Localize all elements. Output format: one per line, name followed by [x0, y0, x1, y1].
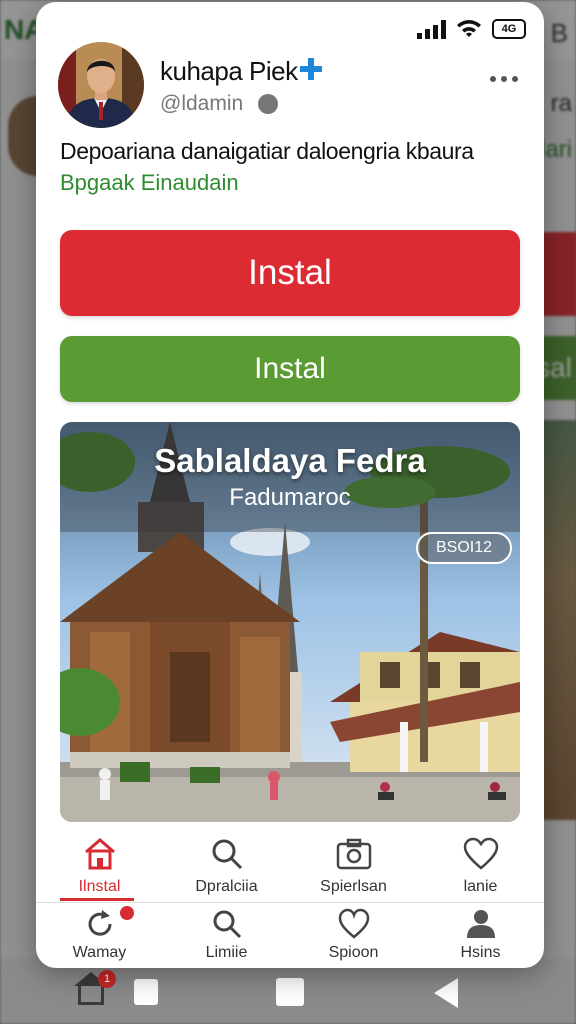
install-button-primary[interactable]: Instal	[60, 230, 520, 316]
more-options-icon[interactable]	[490, 76, 518, 82]
tab-divider	[36, 902, 544, 903]
home-button[interactable]	[276, 978, 304, 1006]
tab-label: Hsins	[460, 944, 501, 961]
back-button[interactable]	[434, 978, 458, 1008]
tab-search[interactable]: Dpralciia	[163, 830, 290, 902]
globe-icon	[258, 94, 278, 114]
tab-label: Dpralciia	[195, 878, 258, 895]
status-bar: 4G	[417, 16, 526, 42]
signal-icon	[417, 19, 446, 39]
photo-subtitle: Fadumaroc	[229, 484, 351, 511]
tab-label: lanie	[463, 878, 498, 895]
tab-label: Spierlsan	[320, 878, 387, 895]
active-tab-indicator	[60, 898, 134, 901]
avatar[interactable]	[58, 42, 144, 128]
tab-label: Spioon	[328, 944, 379, 961]
post-link[interactable]: Bpgaak Einaudain	[60, 170, 239, 196]
temple-image	[60, 422, 520, 822]
notification-dot	[120, 906, 134, 920]
tab-label: Ilnstal	[78, 878, 121, 895]
tab-label: Limiie	[205, 944, 248, 961]
verified-icon	[300, 58, 322, 80]
tab-label: Wamay	[72, 944, 127, 961]
tab-bar-primary: Ilnstal Dpralciia Spierlsan lanie	[36, 830, 544, 902]
tab-install[interactable]: Ilnstal	[36, 830, 163, 902]
tab-search-secondary[interactable]: Limiie	[163, 904, 290, 968]
featured-photo[interactable]: Sablaldaya Fedra Fadumaroc BSOI12	[60, 422, 520, 822]
wifi-icon	[457, 20, 481, 37]
profile-sheet: 4G kuhapa Piek @ldamin Depoariana danaig…	[36, 2, 544, 968]
home-icon	[85, 838, 115, 870]
tab-bar-secondary: Wamay Limiie Spioon Hsins	[36, 904, 544, 968]
battery-icon: 4G	[492, 19, 526, 39]
tab-heart-secondary[interactable]: Spioon	[290, 904, 417, 968]
person-icon	[467, 910, 495, 938]
tab-favorites[interactable]: lanie	[417, 830, 544, 902]
notification-badge: 1	[98, 970, 116, 988]
install-button-secondary[interactable]: Instal	[60, 336, 520, 402]
profile-handle: @ldamin	[160, 92, 244, 115]
search-icon	[212, 839, 243, 870]
tab-profile[interactable]: Hsins	[417, 904, 544, 968]
refresh-icon	[88, 910, 112, 936]
heart-icon	[463, 837, 499, 870]
tab-camera[interactable]: Spierlsan	[290, 830, 417, 902]
camera-icon	[336, 838, 372, 870]
search-icon	[213, 910, 242, 939]
profile-name[interactable]: kuhapa Piek	[160, 56, 298, 87]
heart-icon	[338, 908, 370, 939]
tab-refresh[interactable]: Wamay	[36, 904, 163, 968]
post-description: Depoariana danaigatiar daloengria kbaura	[60, 138, 474, 164]
recents-button[interactable]	[134, 979, 158, 1005]
photo-chip[interactable]: BSOI12	[415, 532, 512, 564]
photo-title: Sablaldaya Fedra	[154, 442, 426, 479]
